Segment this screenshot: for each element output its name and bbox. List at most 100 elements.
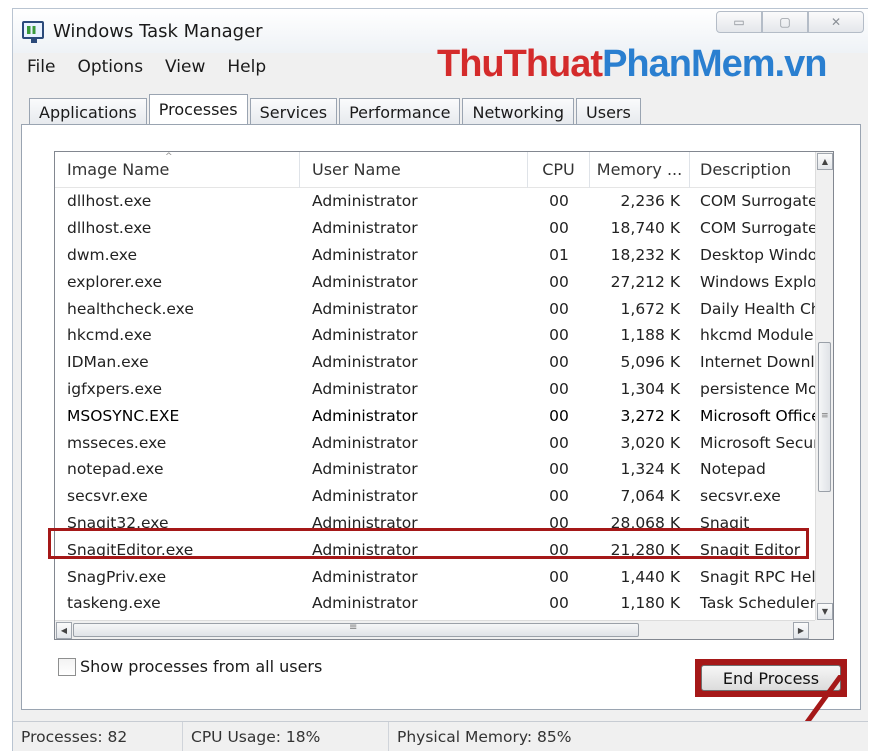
- description-cell: Snagit: [700, 513, 750, 532]
- memory-cell: 27,212 K: [610, 272, 680, 291]
- status-cpu-usage: CPU Usage: 18%: [183, 722, 389, 751]
- image-name-cell: msseces.exe: [67, 433, 167, 452]
- user-name-cell: Administrator: [312, 299, 418, 318]
- table-row[interactable]: igfxpers.exe Administrator 00 1,304 K persis…: [55, 376, 817, 403]
- cpu-cell: 00: [549, 540, 569, 559]
- image-name-cell: igfxpers.exe: [67, 379, 163, 398]
- cpu-cell: 00: [549, 192, 569, 211]
- tab-processes[interactable]: Processes: [148, 94, 248, 125]
- user-name-cell: Administrator: [312, 192, 418, 211]
- menu-file[interactable]: File: [13, 55, 63, 81]
- image-name-cell: IDMan.exe: [67, 353, 149, 372]
- description-cell: Snagit RPC Helper: [700, 567, 817, 586]
- column-user-name[interactable]: User Name: [300, 152, 528, 188]
- image-name-cell: SnagPriv.exe: [67, 567, 167, 586]
- memory-cell: 1,180 K: [620, 594, 680, 613]
- processes-panel: Image Name ^ User Name CPU Memory ... De…: [21, 124, 861, 751]
- show-all-users-option[interactable]: Show processes from all users: [58, 657, 322, 676]
- task-manager-window: Windows Task Manager ▭ ▢ ✕ ThuThuatPhanM…: [12, 8, 868, 751]
- table-row[interactable]: hkcmd.exe Administrator 00 1,188 K hkcmd Mod…: [55, 322, 817, 349]
- menu-bar: File Options View Help: [13, 55, 274, 81]
- column-memory[interactable]: Memory ...: [590, 152, 690, 188]
- minimize-button[interactable]: ▭: [716, 11, 762, 33]
- table-row[interactable]: secsvr.exe Administrator 00 7,064 K secsvr.e…: [55, 483, 817, 510]
- memory-cell: 3,020 K: [620, 433, 680, 452]
- column-image-name[interactable]: Image Name ^: [55, 152, 300, 188]
- scroll-up-button[interactable]: ▲: [817, 153, 833, 170]
- image-name-cell: notepad.exe: [67, 460, 164, 479]
- scroll-down-button[interactable]: ▼: [817, 603, 833, 620]
- column-description[interactable]: Description: [690, 152, 817, 188]
- memory-cell: 7,064 K: [620, 487, 680, 506]
- tab-applications[interactable]: Applications: [29, 98, 147, 125]
- user-name-cell: Administrator: [312, 245, 418, 264]
- vertical-scroll-thumb[interactable]: ≡: [818, 342, 831, 492]
- table-row[interactable]: msseces.exe Administrator 00 3,020 K Microso…: [55, 429, 817, 456]
- watermark-logo: ThuThuatPhanMem.vn: [437, 43, 827, 86]
- table-row[interactable]: healthcheck.exe Administrator 00 1,672 K Dai…: [55, 295, 817, 322]
- scroll-left-button[interactable]: ◀: [56, 622, 72, 639]
- image-name-cell: hkcmd.exe: [67, 326, 152, 345]
- table-row[interactable]: taskeng.exe Administrator 00 1,180 K Task Sc…: [55, 590, 817, 617]
- scroll-right-button[interactable]: ▶: [793, 622, 809, 639]
- cpu-cell: 00: [549, 379, 569, 398]
- table-row[interactable]: dllhost.exe Administrator 00 18,740 K COM Su…: [55, 215, 817, 242]
- table-row[interactable]: dwm.exe Administrator 01 18,232 K Desktop Wi…: [55, 242, 817, 269]
- image-name-cell: dwm.exe: [67, 245, 138, 264]
- table-row[interactable]: SnagPriv.exe Administrator 00 1,440 K Snagit…: [55, 563, 817, 590]
- tab-performance[interactable]: Performance: [339, 98, 461, 125]
- table-row[interactable]: dllhost.exe Administrator 00 2,236 K COM Sur…: [55, 188, 817, 215]
- horizontal-scroll-thumb[interactable]: ≡: [73, 622, 639, 637]
- tab-strip: Applications Processes Services Performa…: [29, 94, 643, 125]
- tab-users[interactable]: Users: [576, 98, 641, 125]
- description-cell: hkcmd Module: [700, 326, 814, 345]
- scrollbar-corner: [815, 620, 833, 639]
- image-name-cell: healthcheck.exe: [67, 299, 194, 318]
- description-cell: Notepad: [700, 460, 766, 479]
- table-row[interactable]: IDMan.exe Administrator 00 5,096 K Internet …: [55, 349, 817, 376]
- cpu-cell: 00: [549, 326, 569, 345]
- memory-cell: 5,096 K: [620, 353, 680, 372]
- description-cell: persistence Module: [700, 379, 817, 398]
- memory-cell: 1,188 K: [620, 326, 680, 345]
- image-name-cell: taskeng.exe: [67, 594, 161, 613]
- vertical-scrollbar[interactable]: ▲ ≡ ▼: [815, 152, 833, 621]
- description-cell: Snagit Editor: [700, 540, 801, 559]
- image-name-cell: SnagitEditor.exe: [67, 540, 194, 559]
- menu-help[interactable]: Help: [213, 55, 274, 81]
- table-row[interactable]: notepad.exe Administrator 00 1,324 K Notepad: [55, 456, 817, 483]
- table-row[interactable]: SnagitEditor.exe Administrator 00 21,280 K S…: [55, 536, 817, 563]
- process-list[interactable]: Image Name ^ User Name CPU Memory ... De…: [54, 151, 834, 640]
- menu-options[interactable]: Options: [63, 55, 151, 81]
- column-label: Image Name: [67, 160, 170, 179]
- column-cpu[interactable]: CPU: [528, 152, 590, 188]
- horizontal-scrollbar[interactable]: ◀ ≡ ▶: [55, 620, 817, 639]
- show-all-users-label: Show processes from all users: [80, 657, 323, 676]
- user-name-cell: Administrator: [312, 460, 418, 479]
- image-name-cell: explorer.exe: [67, 272, 163, 291]
- menu-view[interactable]: View: [151, 55, 213, 81]
- status-processes: Processes: 82: [13, 722, 183, 751]
- watermark-part2: PhanMem: [602, 43, 775, 85]
- user-name-cell: Administrator: [312, 379, 418, 398]
- cpu-cell: 00: [549, 513, 569, 532]
- user-name-cell: Administrator: [312, 513, 418, 532]
- table-row[interactable]: explorer.exe Administrator 00 27,212 K Windo…: [55, 268, 817, 295]
- close-button[interactable]: ✕: [808, 11, 864, 33]
- user-name-cell: Administrator: [312, 353, 418, 372]
- memory-cell: 18,232 K: [610, 245, 680, 264]
- cpu-cell: 00: [549, 460, 569, 479]
- process-rows: dllhost.exe Administrator 00 2,236 K COM Sur…: [55, 188, 817, 621]
- show-all-users-checkbox[interactable]: [58, 657, 76, 676]
- tab-services[interactable]: Services: [249, 98, 338, 125]
- end-process-button[interactable]: End Process: [701, 665, 841, 691]
- user-name-cell: Administrator: [312, 326, 418, 345]
- cpu-cell: 00: [549, 487, 569, 506]
- image-name-cell: secsvr.exe: [67, 487, 148, 506]
- cpu-cell: 00: [549, 567, 569, 586]
- table-row[interactable]: Snagit32.exe Administrator 00 28,068 K Snagi…: [55, 510, 817, 537]
- maximize-button[interactable]: ▢: [762, 11, 808, 33]
- memory-cell: 28,068 K: [610, 513, 680, 532]
- table-row-selected[interactable]: MSOSYNC.EXE Administrator 00 3,272 K Microso…: [55, 402, 817, 429]
- tab-networking[interactable]: Networking: [462, 98, 575, 125]
